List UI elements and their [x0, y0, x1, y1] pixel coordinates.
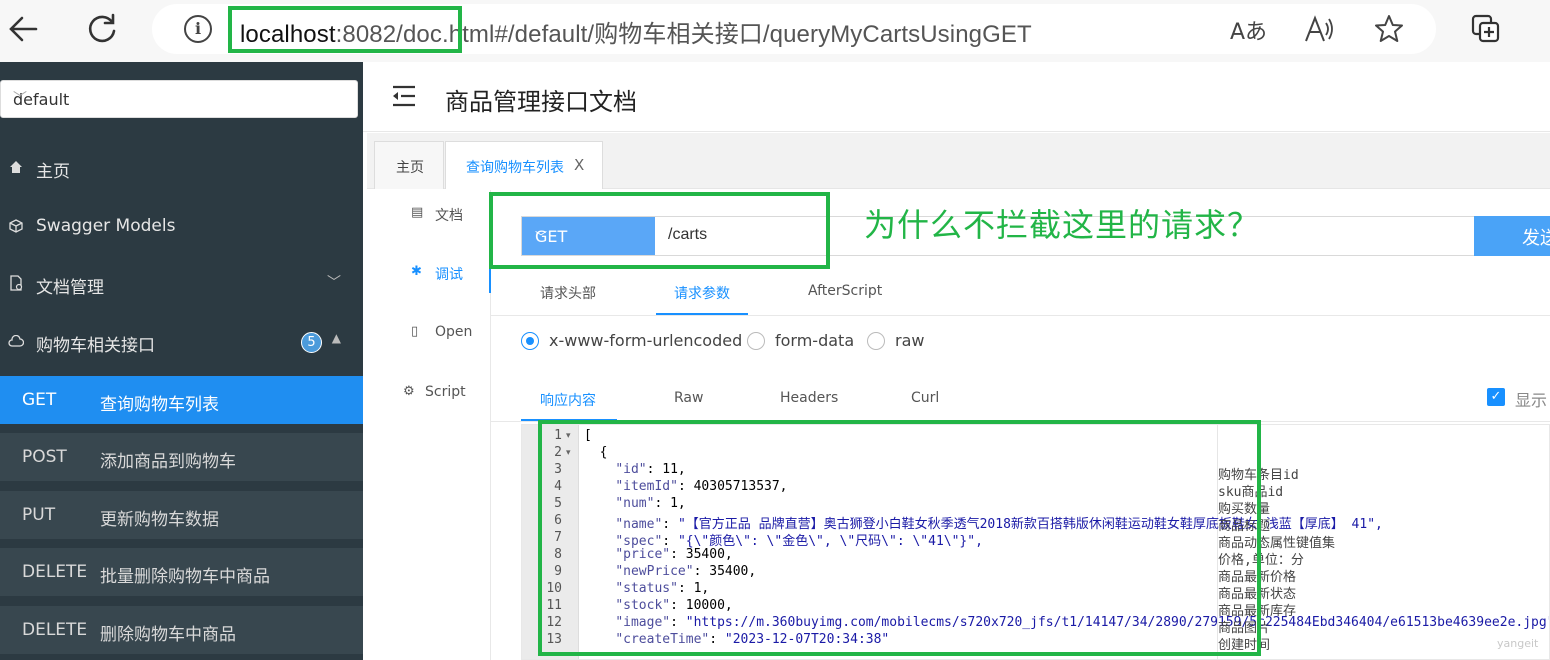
tab-query-carts[interactable]: 查询购物车列表 X [445, 141, 603, 189]
url-highlight-box [228, 6, 462, 53]
sidebar-item-home[interactable]: 主页 [0, 140, 363, 196]
annotation-text: 为什么不拦截这里的请求？ [864, 206, 1261, 244]
show-description-checkbox[interactable]: ✓ [1487, 388, 1505, 406]
show-description-label: 显示 [1515, 391, 1548, 410]
vtab-label: Open [435, 324, 473, 340]
sidebar-item-doc-manage[interactable]: 文档管理 ﹀ [0, 256, 363, 312]
sidebar-item-label: Swagger Models [36, 216, 176, 236]
vtab-label: Script [425, 384, 466, 400]
send-button[interactable]: 发送 [1474, 216, 1550, 256]
active-tab-indicator [656, 313, 748, 315]
vtab-open[interactable]: ▯ Open [367, 313, 491, 353]
api-method: POST [22, 447, 67, 467]
chevron-down-icon: ﹀ [13, 91, 27, 107]
radio-form-data[interactable]: form-data [747, 331, 857, 351]
header: 商品管理接口文档 [363, 62, 1550, 132]
request-highlight-box [489, 192, 830, 269]
favorite-star-icon[interactable] [1374, 14, 1404, 44]
tab-request-params[interactable]: 请求参数 [674, 283, 730, 303]
radio-circle-icon [747, 332, 765, 350]
doc-manage-icon [10, 275, 23, 291]
divider [491, 315, 1550, 316]
doc-icon: ▤ [411, 205, 424, 220]
tab-label: 主页 [396, 160, 424, 176]
radio-x-www-form-urlencoded[interactable]: x-www-form-urlencoded [521, 331, 742, 351]
sidebar-item-swagger-models[interactable]: Swagger Models [0, 199, 363, 255]
tab-home[interactable]: 主页 [374, 141, 444, 189]
api-item-put-cart[interactable]: PUT 更新购物车数据 [0, 491, 363, 539]
sidebar-item-label: 购物车相关接口 [36, 336, 155, 356]
menu-fold-icon[interactable] [391, 84, 417, 108]
radio-circle-icon [867, 332, 885, 350]
tab-afterscript[interactable]: AfterScript [808, 283, 882, 299]
radio-raw[interactable]: raw [867, 331, 927, 351]
refresh-icon[interactable] [82, 9, 122, 49]
read-aloud-icon[interactable] [1304, 15, 1334, 43]
radio-circle-icon [521, 332, 539, 350]
file-icon: ▯ [411, 324, 419, 339]
bug-icon: ✱ [411, 264, 422, 279]
collections-add-icon[interactable] [1470, 13, 1502, 45]
api-item-delete-batch[interactable]: DELETE 批量删除购物车中商品 [0, 548, 363, 596]
chevron-up-icon: ▲ [331, 331, 341, 345]
api-name: 添加商品到购物车 [100, 452, 236, 472]
read-aloud-text-icon[interactable]: Aあ [1230, 14, 1267, 46]
tab-response-raw[interactable]: Raw [674, 390, 703, 406]
tab-label: 查询购物车列表 [466, 160, 564, 176]
api-name: 更新购物车数据 [100, 510, 219, 530]
tab-request-headers[interactable]: 请求头部 [540, 283, 596, 303]
vertical-tabs: ▤ 文档 ✱ 调试 ▯ Open ⚙ Script [367, 190, 491, 660]
vtab-label: 调试 [435, 267, 463, 283]
sidebar: default ﹀ 主页 Swagger Models 文档管理 ﹀ 购物车相关… [0, 62, 363, 660]
api-item-delete-one[interactable]: DELETE 删除购物车中商品 [0, 606, 363, 654]
watermark: yangeit [1497, 637, 1539, 650]
cube-icon [9, 219, 23, 233]
response-highlight-box [538, 420, 1261, 656]
vtab-label: 文档 [435, 208, 463, 224]
sidebar-item-label: 主页 [36, 162, 70, 182]
back-arrow-icon[interactable] [4, 9, 44, 49]
api-name: 批量删除购物车中商品 [100, 567, 270, 587]
send-button-label: 发送 [1522, 228, 1550, 249]
home-icon [10, 161, 22, 173]
site-info-icon[interactable]: i [184, 15, 212, 43]
api-item-get-carts[interactable]: GET 查询购物车列表 [0, 376, 363, 424]
radio-label: form-data [775, 331, 855, 350]
api-method: PUT [22, 505, 56, 525]
tab-bar: 主页 查询购物车列表 X [367, 133, 1550, 189]
chevron-down-icon: ﹀ [327, 275, 341, 291]
vtab-doc[interactable]: ▤ 文档 [367, 194, 491, 234]
cloud-icon [8, 335, 24, 347]
api-item-post-cart[interactable]: POST 添加商品到购物车 [0, 433, 363, 481]
tab-response-content[interactable]: 响应内容 [540, 390, 596, 410]
api-method: DELETE [22, 620, 88, 640]
api-name: 删除购物车中商品 [100, 625, 236, 645]
api-method: GET [22, 390, 57, 410]
group-select[interactable]: default ﹀ [0, 80, 358, 118]
api-method: DELETE [22, 562, 88, 582]
radio-label: raw [895, 331, 925, 350]
tab-response-headers[interactable]: Headers [780, 390, 838, 406]
vtab-script[interactable]: ⚙ Script [367, 373, 491, 413]
close-icon[interactable]: X [574, 156, 584, 174]
tab-response-curl[interactable]: Curl [911, 390, 939, 406]
vtab-debug[interactable]: ✱ 调试 [367, 253, 491, 293]
radio-label: x-www-form-urlencoded [549, 331, 743, 350]
sidebar-item-label: 文档管理 [36, 278, 104, 298]
sidebar-item-cart-api[interactable]: 购物车相关接口 5 ▲ [0, 314, 363, 370]
api-name: 查询购物车列表 [100, 395, 219, 415]
script-icon: ⚙ [403, 384, 415, 399]
count-badge: 5 [301, 332, 322, 353]
page-title: 商品管理接口文档 [445, 88, 637, 116]
